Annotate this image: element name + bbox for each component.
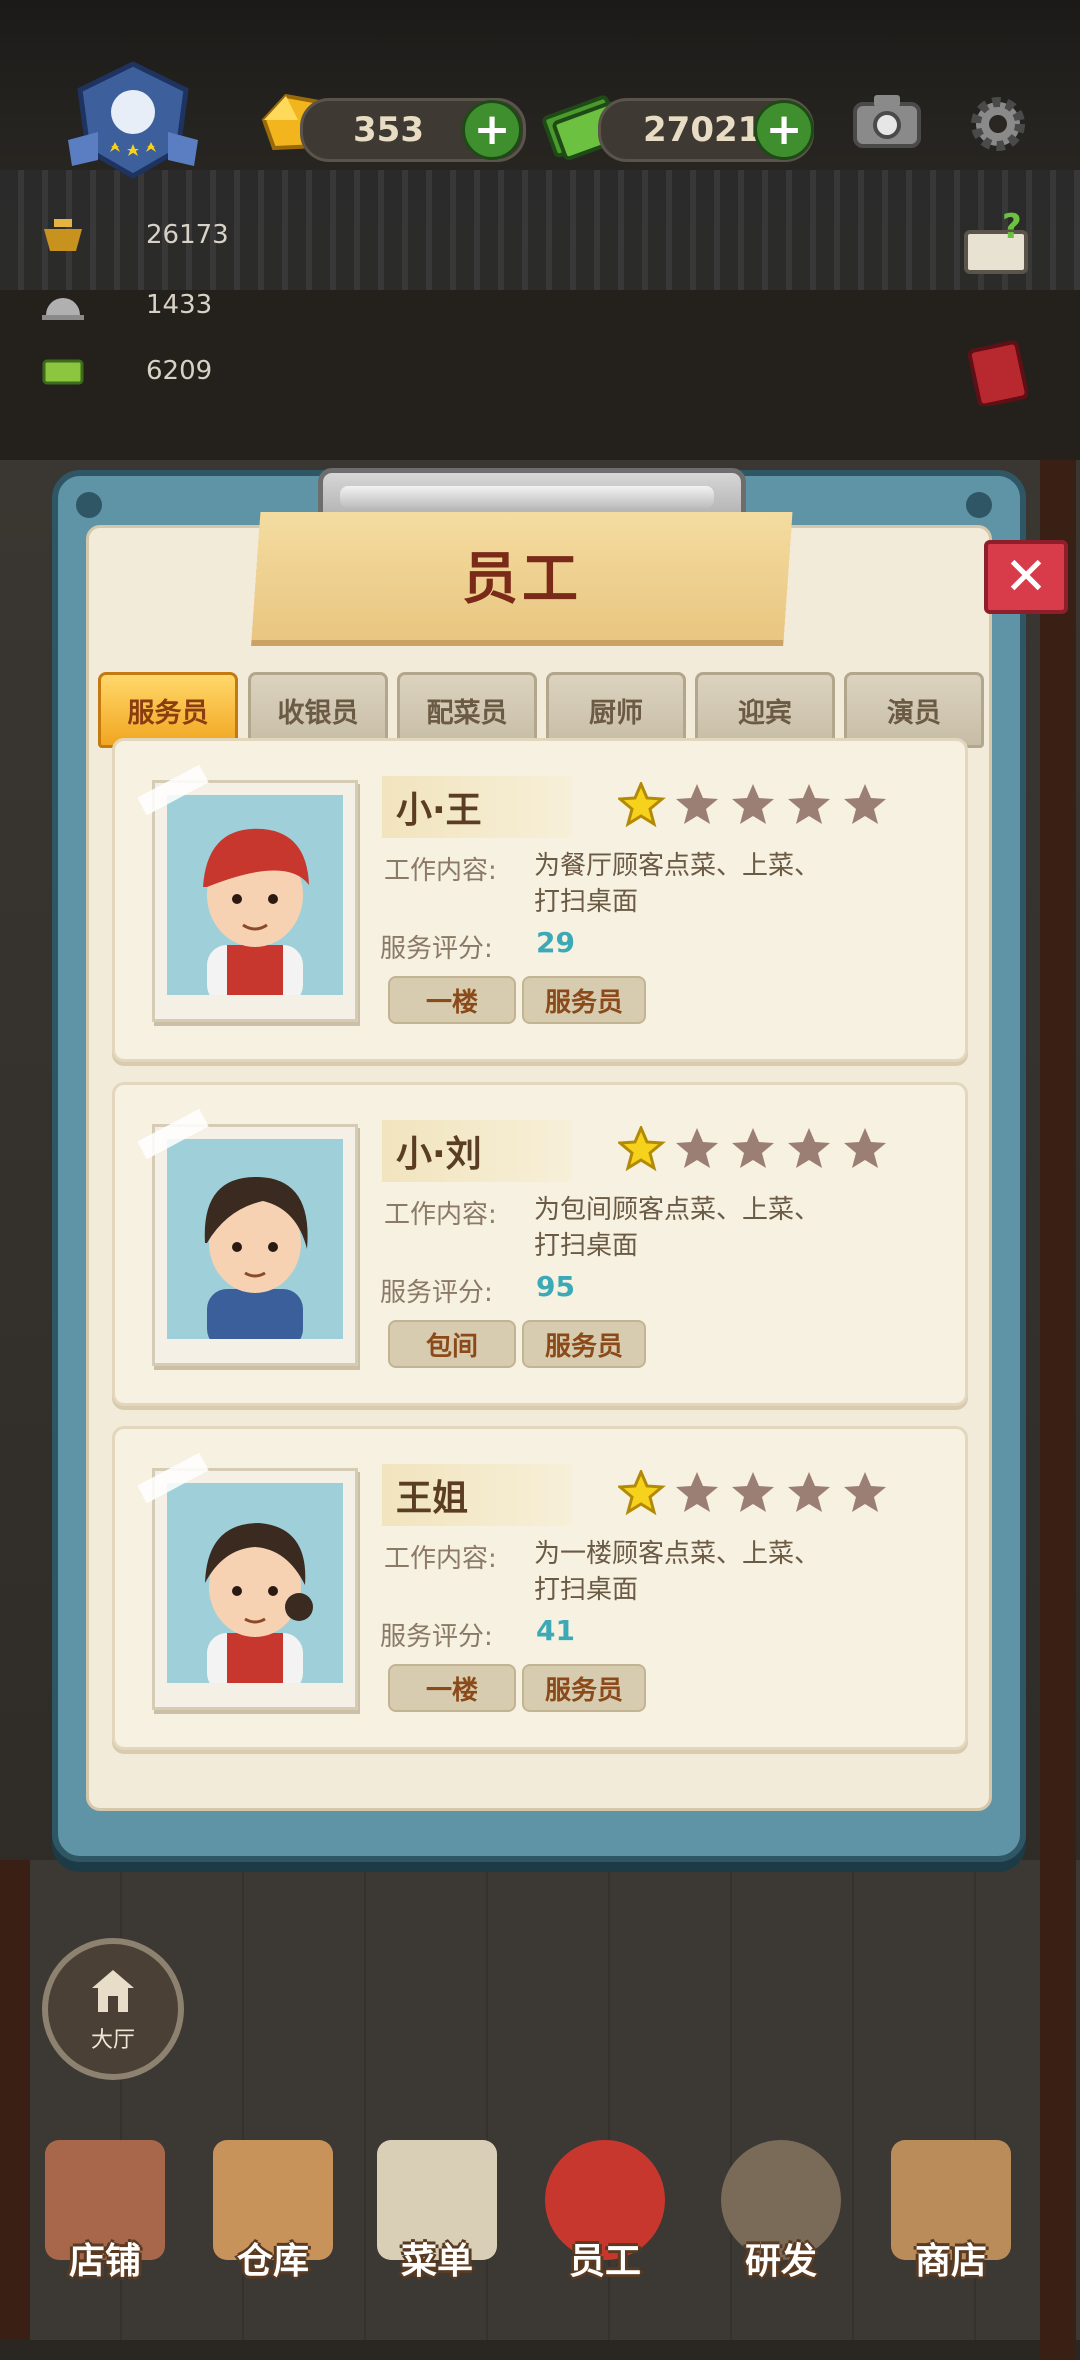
service-score-value: 41 <box>536 1614 575 1647</box>
nav-label: 仓库 <box>236 2241 309 2282</box>
stat-value-1: 26173 <box>146 220 229 250</box>
work-description: 为餐厅顾客点菜、上菜、 <box>534 851 821 881</box>
role-tag: 服务员 <box>522 1664 646 1712</box>
work-content-label: 工作内容: <box>384 856 497 886</box>
hall-button-label: 大厅 <box>90 2028 135 2053</box>
nav-label: 商店 <box>914 2241 987 2282</box>
stat-value-2: 1433 <box>146 290 213 320</box>
house-icon <box>88 1966 138 2020</box>
star-empty-icon <box>788 1128 830 1168</box>
work-description-line2: 打扫桌面 <box>534 1575 639 1605</box>
star-empty-icon <box>844 1128 886 1168</box>
service-score-label: 服务评分: <box>380 934 493 964</box>
work-content-label: 工作内容: <box>384 1544 497 1574</box>
add-cash-button[interactable]: + <box>754 100 814 160</box>
gear-icon[interactable] <box>966 92 1030 156</box>
rank-crest-icon[interactable] <box>58 60 208 180</box>
star-empty-icon <box>732 1128 774 1168</box>
work-description: 为包间顾客点菜、上菜、 <box>534 1195 821 1225</box>
star-empty-icon <box>844 784 886 824</box>
star-empty-icon <box>788 1472 830 1512</box>
star-filled-icon <box>616 780 666 828</box>
staff-name: 小·王 <box>382 776 572 838</box>
tab-chef[interactable]: 厨师 <box>546 672 686 748</box>
staff-portrait <box>152 1124 358 1366</box>
location-tag: 包间 <box>388 1320 516 1368</box>
nav-research[interactable]: 研发 <box>696 2120 866 2340</box>
add-gold-button[interactable]: + <box>462 100 522 160</box>
star-rating <box>616 780 894 832</box>
camera-icon[interactable] <box>852 92 922 150</box>
star-empty-icon <box>844 1472 886 1512</box>
nav-label: 店铺 <box>68 2241 141 2282</box>
star-empty-icon <box>732 1472 774 1512</box>
cloche-icon <box>40 285 86 325</box>
role-tag: 服务员 <box>522 1320 646 1368</box>
work-description: 为一楼顾客点菜、上菜、 <box>534 1539 821 1569</box>
work-content-label: 工作内容: <box>384 1200 497 1230</box>
tab-cashier[interactable]: 收银员 <box>248 672 388 748</box>
tab-prep-cook[interactable]: 配菜员 <box>397 672 537 748</box>
nav-menu[interactable]: 菜单 <box>352 2120 522 2340</box>
location-tag: 一楼 <box>388 976 516 1024</box>
clipboard-clip-bar <box>340 486 714 508</box>
nav-label: 研发 <box>744 2241 817 2282</box>
plus-icon: + <box>765 104 803 155</box>
service-score-value: 29 <box>536 926 575 959</box>
star-empty-icon <box>676 1128 718 1168</box>
role-tag: 服务员 <box>522 976 646 1024</box>
work-description-line2: 打扫桌面 <box>534 1231 639 1261</box>
hall-button[interactable]: 大厅 <box>42 1938 184 2080</box>
recipe-book-icon[interactable] <box>967 340 1029 408</box>
tab-waiter[interactable]: 服务员 <box>98 672 238 748</box>
star-filled-icon <box>616 1124 666 1172</box>
nav-label: 菜单 <box>400 2241 473 2282</box>
tab-performer[interactable]: 演员 <box>844 672 984 748</box>
close-button[interactable]: ✕ <box>984 540 1068 614</box>
panel-title: 员工 <box>462 547 582 612</box>
service-score-label: 服务评分: <box>380 1622 493 1652</box>
stat-value-3: 6209 <box>146 356 213 386</box>
waiter-avatar <box>167 1139 343 1339</box>
service-score-label: 服务评分: <box>380 1278 493 1308</box>
close-icon: ✕ <box>1004 547 1048 607</box>
banknote-icon <box>40 351 86 391</box>
star-empty-icon <box>788 784 830 824</box>
nav-warehouse[interactable]: 仓库 <box>188 2120 358 2340</box>
star-empty-icon <box>676 784 718 824</box>
tab-greeter[interactable]: 迎宾 <box>695 672 835 748</box>
waiter-avatar <box>167 795 343 995</box>
cauldron-icon <box>40 215 86 255</box>
staff-portrait <box>152 1468 358 1710</box>
svg-text:?: ? <box>1002 212 1022 247</box>
stat-row-3: 6209 <box>40 346 240 396</box>
gold-value: 353 <box>353 110 424 150</box>
service-score-value: 95 <box>536 1270 575 1303</box>
panel-rivet <box>76 492 102 518</box>
help-book-icon[interactable]: ? <box>962 207 1034 278</box>
star-empty-icon <box>676 1472 718 1512</box>
star-empty-icon <box>732 784 774 824</box>
plus-icon: + <box>473 104 511 155</box>
nav-shop[interactable]: 店铺 <box>20 2120 190 2340</box>
work-description-line2: 打扫桌面 <box>534 887 639 917</box>
stat-row-2: 1433 <box>40 280 240 330</box>
stat-row-1: 26173 <box>40 210 240 260</box>
panel-rivet <box>966 492 992 518</box>
star-rating <box>616 1468 894 1520</box>
star-filled-icon <box>616 1468 666 1516</box>
pillar-right <box>1040 460 1076 2360</box>
staff-name: 小·刘 <box>382 1120 572 1182</box>
nav-store[interactable]: 商店 <box>866 2120 1036 2340</box>
nav-staff[interactable]: 员工 <box>520 2120 690 2340</box>
location-tag: 一楼 <box>388 1664 516 1712</box>
star-rating <box>616 1124 894 1176</box>
staff-portrait <box>152 780 358 1022</box>
nav-label: 员工 <box>568 2241 641 2282</box>
staff-name: 王姐 <box>382 1464 572 1526</box>
waiter-avatar <box>167 1483 343 1683</box>
